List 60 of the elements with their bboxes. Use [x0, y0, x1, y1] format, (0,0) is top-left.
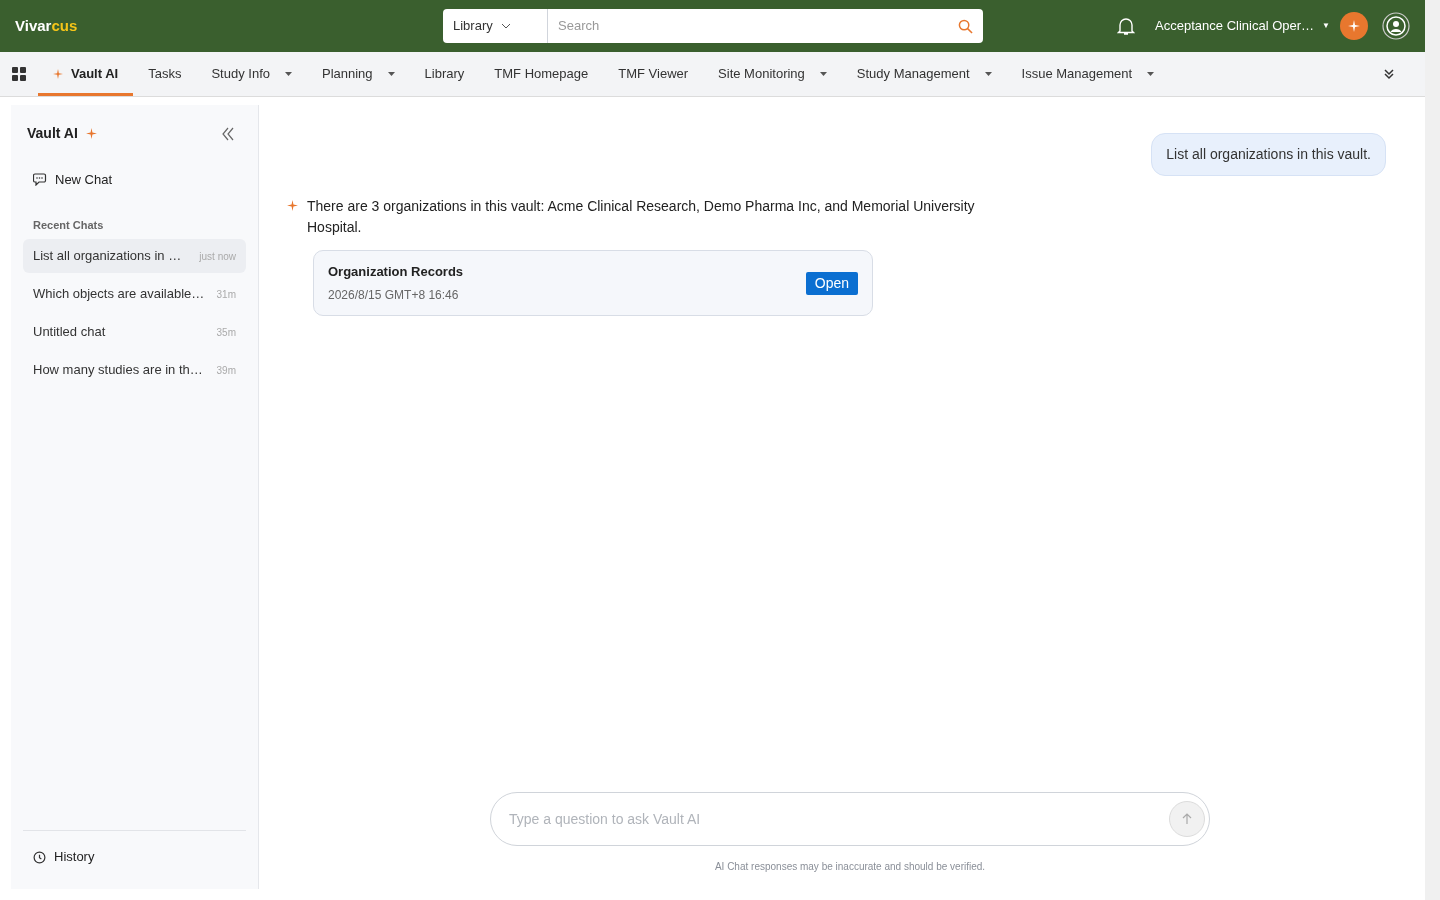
- chat-item[interactable]: Untitled chat 35m: [23, 315, 246, 349]
- caret-icon: [1147, 72, 1155, 76]
- disclaimer-text: AI Chat responses may be inaccurate and should be verified.: [714, 860, 986, 874]
- nav-tab[interactable]: Planning: [307, 52, 410, 96]
- open-button[interactable]: Open: [805, 271, 858, 295]
- scope-dropdown[interactable]: Library: [443, 9, 548, 43]
- logo[interactable]: Vivarcus: [15, 14, 443, 38]
- chevron-icon: [500, 23, 511, 29]
- chat-title: How many studies are in th…: [33, 361, 203, 380]
- nav-tab[interactable]: Library: [409, 52, 480, 96]
- chat-time: 31m: [216, 287, 236, 302]
- search-field[interactable]: Search: [548, 16, 958, 36]
- clock-icon: [33, 850, 46, 864]
- user-avatar-icon[interactable]: [1382, 12, 1410, 40]
- double-chevron-icon[interactable]: [1383, 68, 1395, 80]
- record-card[interactable]: Organization Records 2026/8/15 GMT+8 16:46 Open: [313, 250, 873, 316]
- create-button[interactable]: [1340, 12, 1368, 40]
- ai-message: There are 3 organizations in this vault: Acme Clinical Research, Demo Pharma Inc, and Memorial University Hospital.: [307, 197, 976, 237]
- search-icon[interactable]: [958, 18, 973, 34]
- chat-title: List all organizations in …: [33, 247, 182, 266]
- sparkle-icon: [1348, 20, 1360, 32]
- caret-icon: [285, 72, 292, 76]
- nav-tab[interactable]: Study Management: [841, 52, 1007, 96]
- chat-input[interactable]: Type a question to ask Vault AI: [490, 792, 1210, 846]
- vault-selector[interactable]: Acceptance Clinical Oper… ▼: [1155, 16, 1330, 36]
- new-chat-button[interactable]: New Chat: [23, 170, 246, 190]
- chat-item[interactable]: How many studies are in th… 39m: [23, 353, 246, 387]
- sparkle-icon: [53, 69, 63, 79]
- nav-tab[interactable]: Site Monitoring: [703, 52, 842, 96]
- bell-icon[interactable]: [1117, 16, 1136, 36]
- history-button[interactable]: History: [23, 831, 246, 883]
- chat-time: just now: [199, 249, 236, 264]
- question-field[interactable]: Type a question to ask Vault AI: [509, 808, 1169, 830]
- user-message: List all organizations in this vault.: [1151, 133, 1386, 176]
- section-label: Recent Chats: [32, 217, 105, 233]
- arrow-up-icon: [1181, 813, 1193, 825]
- apps-grid-icon[interactable]: [12, 67, 26, 81]
- nav-tab[interactable]: Tasks: [133, 52, 197, 96]
- sidebar-title: Vault AI: [27, 124, 78, 143]
- nav-tab[interactable]: Study Info: [196, 52, 307, 96]
- nav-tab[interactable]: Issue Management: [1006, 52, 1170, 96]
- chat-title: Which objects are available…: [33, 285, 205, 304]
- sparkle-icon: [287, 200, 298, 211]
- chat-time: 35m: [216, 325, 236, 340]
- chat-title: Untitled chat: [33, 323, 106, 342]
- chat-item[interactable]: Which objects are available… 31m: [23, 277, 246, 311]
- caret-icon: [984, 72, 992, 76]
- sparkle-icon: [85, 128, 97, 139]
- caret-icon: [819, 72, 827, 76]
- nav-tab[interactable]: Vault AI: [38, 52, 134, 96]
- nav-tab[interactable]: TMF Viewer: [603, 52, 704, 96]
- chat-item[interactable]: List all organizations in … just now: [23, 239, 246, 273]
- search-field[interactable]: Library Search: [443, 9, 983, 43]
- caret-icon: [387, 72, 395, 76]
- card-date: 2026/8/15 GMT+8 16:46: [328, 287, 460, 305]
- chat-time: 39m: [216, 363, 236, 378]
- collapse-icon[interactable]: [222, 126, 234, 141]
- nav-tab[interactable]: TMF Homepage: [479, 52, 604, 96]
- card-title: Organization Records: [328, 262, 464, 281]
- chat-bubbles-icon: [33, 173, 47, 187]
